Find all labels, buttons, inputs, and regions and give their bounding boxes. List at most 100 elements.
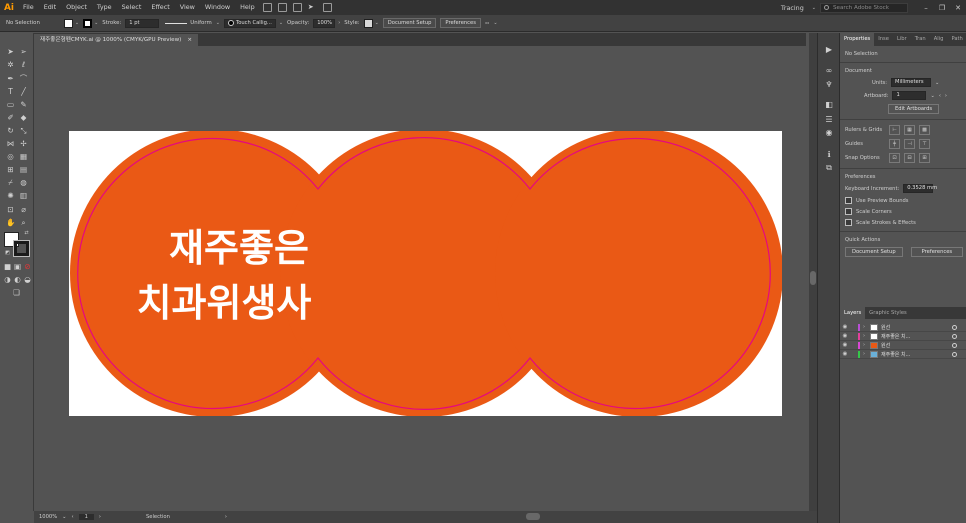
next-artboard-button-icon[interactable]: › bbox=[945, 93, 947, 99]
shape-builder-icon[interactable]: ◎ bbox=[6, 152, 15, 161]
layer-name[interactable]: 원선 bbox=[881, 324, 952, 331]
tab-properties[interactable]: Properties bbox=[840, 33, 875, 46]
layer-row[interactable]: ◉ › 원선 bbox=[840, 323, 966, 332]
arrange-icon[interactable]: ⚏ bbox=[485, 20, 489, 26]
mesh-tool-icon[interactable]: ⊞ bbox=[6, 165, 15, 174]
none-mode-icon[interactable]: ⊘ bbox=[23, 262, 32, 271]
stroke-swatch[interactable] bbox=[83, 18, 93, 28]
menu-file[interactable]: File bbox=[18, 0, 39, 15]
style-dropdown-icon[interactable]: ⌄ bbox=[375, 20, 379, 26]
artboard-dropdown-icon[interactable]: ⌄ bbox=[930, 93, 934, 99]
tab-path[interactable]: Path bbox=[947, 33, 966, 46]
artboard-tool-icon[interactable]: ⊡ bbox=[6, 205, 15, 214]
lasso-icon[interactable]: ℓ bbox=[19, 60, 28, 69]
layer-row[interactable]: ◉ › 원선 bbox=[840, 341, 966, 350]
orange-circles-shape[interactable] bbox=[70, 131, 782, 416]
layer-name[interactable]: 원선 bbox=[881, 342, 952, 349]
quick-document-setup-button[interactable]: Document Setup bbox=[845, 247, 903, 257]
snap-pixel-icon[interactable]: ⊞ bbox=[919, 153, 930, 163]
use-preview-bounds-checkbox[interactable] bbox=[845, 197, 852, 204]
snap-grid-icon[interactable]: ⊟ bbox=[904, 153, 915, 163]
document-setup-button[interactable]: Document Setup bbox=[382, 18, 437, 28]
more-options-icon[interactable]: ⌄ bbox=[493, 20, 497, 26]
menu-effect[interactable]: Effect bbox=[146, 0, 174, 15]
layer-row[interactable]: ◉ › 재주좋은 치... bbox=[840, 332, 966, 341]
direct-selection-tool-icon[interactable]: ➢ bbox=[19, 47, 28, 56]
brush-dropdown-icon[interactable]: ⌄ bbox=[279, 20, 283, 26]
zoom-dropdown-icon[interactable]: ⌄ bbox=[62, 514, 66, 520]
profile-dropdown-icon[interactable]: ⌄ bbox=[216, 20, 220, 26]
keyboard-increment-field[interactable]: 0.3528 mm bbox=[903, 184, 937, 193]
zoom-level[interactable]: 1000% bbox=[39, 514, 57, 520]
rulers-icon[interactable]: ⊢ bbox=[889, 125, 900, 135]
eyedropper-icon[interactable]: ⌿ bbox=[6, 178, 15, 187]
menu-type[interactable]: Type bbox=[92, 0, 117, 15]
menu-window[interactable]: Window bbox=[200, 0, 235, 15]
opacity-field[interactable]: 100% bbox=[313, 18, 336, 28]
transform-icon[interactable]: ⧉ bbox=[824, 163, 834, 173]
scale-corners-row[interactable]: Scale Corners bbox=[840, 206, 966, 217]
stroke-label[interactable]: Stroke: bbox=[102, 20, 121, 26]
status-menu-icon[interactable]: › bbox=[225, 514, 227, 520]
scale-tool-icon[interactable]: ⤡ bbox=[19, 126, 28, 135]
tab-libr[interactable]: Libr bbox=[893, 33, 911, 46]
use-preview-bounds-row[interactable]: Use Preview Bounds bbox=[840, 195, 966, 206]
fill-dropdown-icon[interactable]: ⌄ bbox=[75, 20, 79, 26]
libraries-icon[interactable]: ♆ bbox=[824, 80, 834, 90]
maximize-icon[interactable]: ❐ bbox=[937, 4, 947, 12]
artboard-number[interactable]: 1 bbox=[78, 514, 94, 520]
tab-graphic-styles[interactable]: Graphic Styles bbox=[865, 307, 911, 320]
document-tab[interactable]: 재주좋은형펜CMYK.ai @ 1000% (CMYK/GPU Preview)… bbox=[34, 34, 199, 46]
expand-chevron-icon[interactable]: › bbox=[863, 342, 870, 348]
gradient-tool-icon[interactable]: ▤ bbox=[19, 165, 28, 174]
tab-tran[interactable]: Tran bbox=[911, 33, 930, 46]
minimize-icon[interactable]: – bbox=[921, 4, 931, 12]
tab-alig[interactable]: Alig bbox=[930, 33, 948, 46]
curvature-tool-icon[interactable]: ⌒ bbox=[19, 74, 28, 83]
zoom-tool-icon[interactable]: ⌕ bbox=[19, 218, 28, 227]
type-tool-icon[interactable]: T bbox=[6, 87, 15, 96]
units-dropdown-icon[interactable]: ⌄ bbox=[935, 80, 939, 86]
headline-line2[interactable]: 치과위생사 bbox=[137, 281, 312, 325]
stock-search-input[interactable]: Search Adobe Stock bbox=[820, 2, 908, 13]
status-mode[interactable]: Selection bbox=[146, 514, 170, 520]
stroke-profile[interactable]: Uniform bbox=[190, 20, 211, 26]
prev-artboard-icon[interactable]: ‹ bbox=[72, 514, 74, 520]
smart-guides-icon[interactable]: ⊤ bbox=[919, 139, 930, 149]
visibility-eye-icon[interactable]: ◉ bbox=[840, 351, 850, 357]
show-guides-icon[interactable]: ╪ bbox=[889, 139, 900, 149]
quick-preferences-button[interactable]: Preferences bbox=[910, 247, 964, 257]
screen-mode-icon[interactable]: ❏ bbox=[12, 288, 21, 297]
color-mode-icon[interactable]: ■ bbox=[3, 262, 12, 271]
swatches-icon[interactable]: ◧ bbox=[824, 100, 834, 110]
menu-help[interactable]: Help bbox=[235, 0, 260, 15]
draw-inside-icon[interactable]: ◒ bbox=[23, 275, 32, 284]
visibility-eye-icon[interactable]: ◉ bbox=[840, 333, 850, 339]
line-tool-icon[interactable]: ╱ bbox=[19, 87, 28, 96]
horizontal-scroll-thumb[interactable] bbox=[526, 513, 540, 520]
brush-definition[interactable]: Touch Callig... bbox=[223, 18, 276, 28]
stroke-dropdown-icon[interactable]: ⌄ bbox=[94, 20, 98, 26]
stroke-weight-field[interactable]: 1 pt bbox=[125, 18, 160, 28]
stroke-panel-icon[interactable]: ☰ bbox=[824, 115, 834, 125]
perspective-grid-icon[interactable]: ▦ bbox=[19, 152, 28, 161]
slice-tool-icon[interactable]: ⌀ bbox=[19, 205, 28, 214]
close-icon[interactable]: ✕ bbox=[953, 4, 963, 12]
hand-tool-icon[interactable]: ✋ bbox=[6, 218, 15, 227]
layer-target-icon[interactable] bbox=[952, 342, 957, 348]
draw-mode-icon[interactable]: ◑ bbox=[3, 275, 12, 284]
opacity-label[interactable]: Opacity: bbox=[287, 20, 309, 26]
menu-edit[interactable]: Edit bbox=[39, 0, 61, 15]
puppet-warp-icon[interactable]: ✢ bbox=[19, 139, 28, 148]
appearance-icon[interactable]: ◉ bbox=[824, 128, 834, 138]
swap-colors-icon[interactable]: ⇄ bbox=[22, 229, 31, 238]
artwork[interactable]: 재주좋은 치과위생사 bbox=[69, 131, 782, 416]
symbol-sprayer-icon[interactable]: ✺ bbox=[6, 191, 15, 200]
menu-select[interactable]: Select bbox=[117, 0, 147, 15]
layer-target-icon[interactable] bbox=[952, 351, 957, 357]
expand-chevron-icon[interactable]: › bbox=[863, 351, 870, 357]
visibility-eye-icon[interactable]: ◉ bbox=[840, 342, 850, 348]
arrange-documents-icon[interactable] bbox=[292, 3, 302, 12]
eraser-icon[interactable]: ◆ bbox=[19, 113, 28, 122]
rotate-tool-icon[interactable]: ↻ bbox=[6, 126, 15, 135]
